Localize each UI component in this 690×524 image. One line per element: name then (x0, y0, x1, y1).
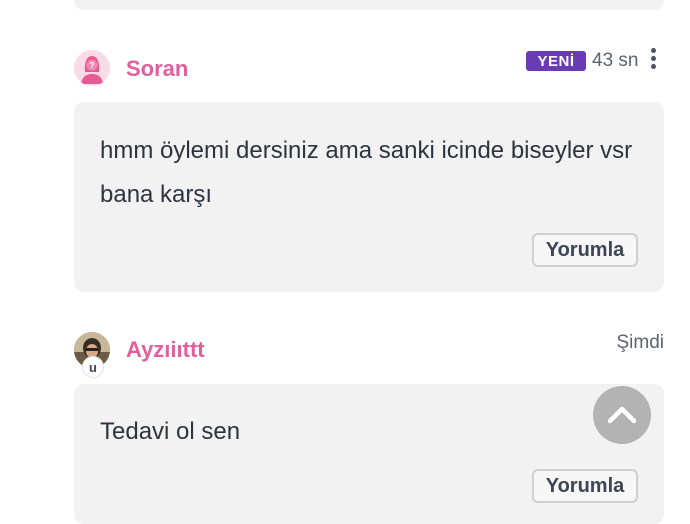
more-vertical-icon[interactable] (648, 48, 658, 72)
user-level-badge: u (82, 356, 104, 378)
post-time: 43 sn (592, 50, 639, 71)
scroll-to-top-button[interactable] (593, 386, 651, 444)
post-author-name[interactable]: Soran (126, 56, 188, 82)
comment-button[interactable]: Yorumla (532, 469, 638, 503)
chevron-up-icon (607, 406, 637, 424)
previous-post-card (74, 0, 664, 10)
post-card: Tedavi ol sen Yorumla (74, 384, 664, 524)
post-author-name[interactable]: Ayzıiıttt (126, 337, 205, 363)
post-message: hmm öylemi dersiniz ama sanki icinde bis… (100, 137, 633, 208)
post-card: hmm öylemi dersiniz ama sanki icinde bis… (74, 102, 664, 292)
new-badge: YENİ (526, 51, 586, 71)
post-message: Tedavi ol sen (100, 418, 241, 445)
anonymous-female-icon[interactable]: ? (74, 50, 110, 86)
svg-text:?: ? (90, 61, 95, 70)
comment-button[interactable]: Yorumla (532, 233, 638, 267)
post-time: Şimdi (616, 332, 664, 353)
